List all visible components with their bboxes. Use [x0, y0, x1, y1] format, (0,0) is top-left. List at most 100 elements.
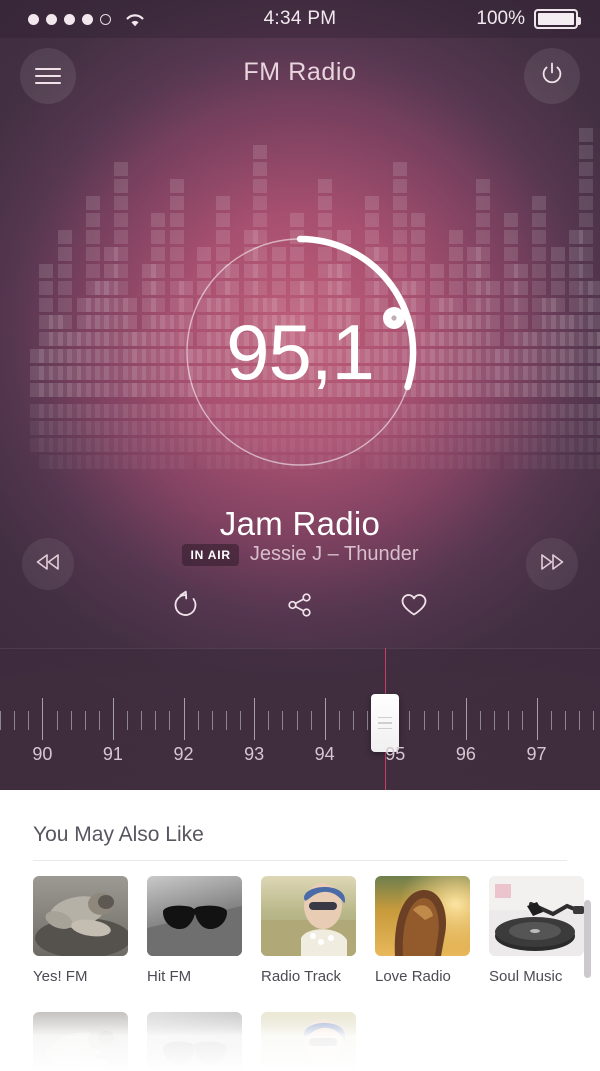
tuner-tick-label: 90: [32, 744, 53, 764]
station-card[interactable]: [261, 1012, 356, 1071]
station-card-label: Yes! FM: [33, 968, 88, 985]
tick-minor: [225, 711, 227, 730]
tick-minor: [14, 711, 16, 730]
rewind-icon: [33, 551, 63, 578]
station-card[interactable]: Hit FM: [147, 876, 242, 985]
tick-minor: [197, 711, 199, 730]
next-station-button[interactable]: [526, 538, 578, 590]
tick-major: [536, 698, 538, 740]
tick-minor: [550, 711, 552, 730]
station-card[interactable]: Yes! FM: [33, 876, 128, 985]
radio-player-panel: 4:34 PM 100% FM Radio 95,1 Jam Radio IN …: [0, 0, 600, 790]
station-card[interactable]: [33, 1012, 128, 1071]
station-card-label: Soul Music: [489, 968, 563, 985]
station-thumbnail: [375, 876, 470, 956]
share-icon[interactable]: [283, 588, 317, 622]
tick-minor: [268, 711, 270, 730]
tick-minor: [423, 711, 425, 730]
tick-minor: [522, 711, 524, 730]
tick-minor: [282, 711, 284, 730]
tick-major: [324, 698, 326, 740]
app-header: FM Radio: [0, 38, 600, 113]
station-card-label: Hit FM: [147, 968, 192, 985]
tick-major: [465, 698, 467, 740]
station-thumbnail: [489, 876, 584, 956]
section-title: You May Also Like: [33, 823, 204, 846]
frequency-value: 95,1: [226, 307, 375, 396]
tick-major: [183, 698, 185, 740]
station-name: Jam Radio: [219, 505, 381, 542]
station-thumbnail: [261, 1012, 356, 1071]
station-card-label: Radio Track: [261, 968, 342, 985]
tick-minor: [480, 711, 481, 730]
now-playing-meta: IN AIR Jessie J – Thunder: [0, 543, 600, 566]
tick-minor: [564, 711, 566, 730]
station-thumbnail: [33, 876, 128, 956]
battery-percent: 100%: [476, 8, 525, 29]
station-thumbnail: [147, 1012, 242, 1071]
tuner-tick-label: 92: [173, 744, 194, 764]
station-card[interactable]: Radio Track: [261, 876, 356, 985]
tick-minor: [84, 711, 86, 730]
tuner-tick-label: 95: [385, 744, 406, 764]
replay-icon[interactable]: [169, 588, 203, 622]
tick-minor: [169, 711, 171, 730]
suggestion-row: [33, 1012, 356, 1071]
tick-minor: [494, 711, 496, 730]
status-bar: 4:34 PM 100%: [0, 0, 600, 38]
tick-minor: [127, 711, 129, 730]
previous-station-button[interactable]: [22, 538, 74, 590]
tick-minor: [508, 711, 510, 730]
power-button[interactable]: [524, 48, 580, 104]
tick-major: [112, 698, 114, 740]
tuner-tick-label: 93: [244, 744, 265, 764]
station-card[interactable]: [147, 1012, 242, 1071]
battery-area: 100%: [476, 8, 581, 30]
action-bar: [0, 588, 600, 622]
tuner-tick-label: 96: [455, 744, 476, 764]
tick-minor: [155, 711, 157, 730]
tick-minor: [437, 711, 439, 730]
tick-major: [254, 698, 256, 740]
status-badge: IN AIR: [181, 543, 239, 566]
station-card[interactable]: Soul Music: [489, 876, 584, 985]
track-title: Jessie J – Thunder: [249, 543, 419, 565]
battery-full-icon: [534, 9, 581, 29]
station-card-label: Love Radio: [375, 968, 451, 985]
tick-minor: [310, 711, 312, 730]
tick-minor: [451, 711, 453, 730]
tuner-ticks: [0, 698, 600, 740]
tick-minor: [0, 711, 1, 730]
vertical-scrollbar[interactable]: [584, 900, 591, 978]
page-title: FM Radio: [243, 58, 357, 86]
tuner-tick-label: 97: [526, 744, 547, 764]
tick-major: [42, 698, 44, 740]
station-card[interactable]: Love Radio: [375, 876, 470, 985]
station-thumbnail: [33, 1012, 128, 1071]
tick-minor: [592, 711, 594, 730]
heart-icon[interactable]: [397, 588, 431, 622]
tick-minor: [296, 711, 298, 730]
tick-minor: [98, 711, 100, 730]
tick-minor: [56, 711, 58, 730]
frequency-tuner[interactable]: 90 91 92 93 94 95 96 97: [0, 648, 600, 790]
power-icon: [539, 61, 565, 92]
tuner-tick-label: 94: [314, 744, 335, 764]
tick-minor: [338, 711, 340, 730]
station-thumbnail: [147, 876, 242, 956]
frequency-dial[interactable]: 95,1: [180, 232, 420, 472]
tick-minor: [352, 711, 354, 730]
fast-forward-icon: [537, 551, 567, 578]
tick-minor: [141, 711, 143, 730]
tick-minor: [409, 711, 411, 730]
tick-minor: [211, 711, 213, 730]
tick-minor: [367, 711, 369, 730]
tick-minor: [70, 711, 72, 730]
suggestions-panel: You May Also Like Yes! FM Hit FM Radio Tra…: [0, 790, 600, 1071]
tick-minor: [28, 711, 30, 730]
station-thumbnail: [261, 876, 356, 956]
section-divider: [33, 860, 567, 861]
tick-minor: [240, 711, 241, 730]
tuner-tick-label: 91: [102, 744, 123, 764]
tick-minor: [578, 711, 580, 730]
